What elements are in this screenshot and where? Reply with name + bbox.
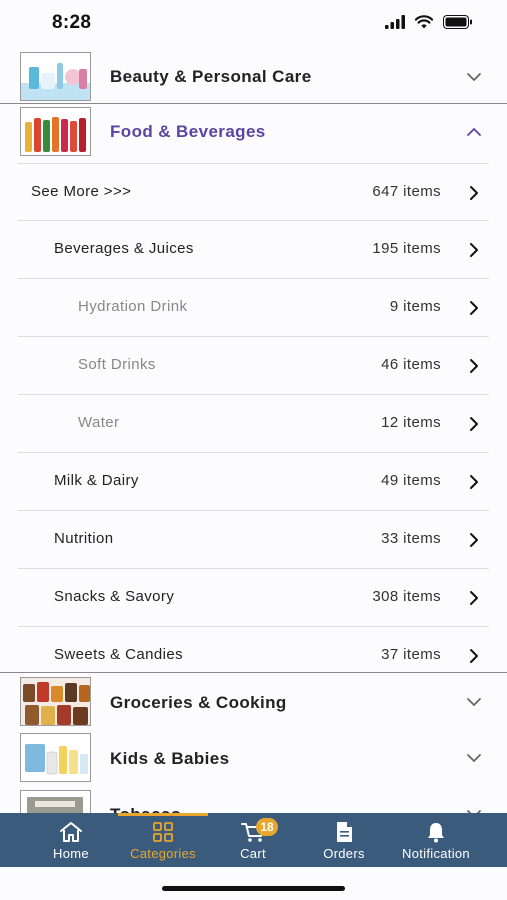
tab-label-categories: Categories (130, 846, 196, 861)
tab-label-notification: Notification (402, 846, 470, 861)
chevron-down-icon (467, 810, 481, 813)
subcategory-row-nutrition[interactable]: Nutrition 33 items (18, 511, 489, 569)
chevron-right-icon (470, 649, 478, 663)
chevron-right-icon (470, 359, 478, 373)
category-title-beauty: Beauty & Personal Care (110, 67, 312, 86)
subcategory-count: 49 items (381, 472, 441, 489)
category-list: Beauty & Personal Care Food & Beverages (0, 46, 507, 813)
tab-label-home: Home (53, 846, 89, 861)
subcategory-label: Snacks & Savory (54, 588, 175, 605)
category-row-tobacco[interactable]: Tobacco (0, 786, 507, 813)
subcategory-row-snacks-savory[interactable]: Snacks & Savory 308 items (18, 569, 489, 627)
chevron-right-icon (470, 301, 478, 315)
divider (0, 672, 507, 673)
tab-notification[interactable]: Notification (392, 813, 480, 867)
subcategory-row-water[interactable]: Water 12 items (18, 395, 489, 453)
chevron-up-icon (467, 128, 481, 136)
tab-orders[interactable]: Orders (310, 813, 378, 867)
subcategory-count: 37 items (381, 646, 441, 663)
chevron-right-icon (470, 417, 478, 431)
subcategory-label: Sweets & Candies (54, 646, 183, 663)
wifi-icon (415, 15, 433, 29)
subcategory-count: 9 items (389, 298, 441, 315)
subcategory-label: Milk & Dairy (54, 472, 139, 489)
orders-document-icon (335, 821, 353, 843)
chevron-down-icon (467, 754, 481, 762)
subcategory-row-hydration-drink[interactable]: Hydration Drink 9 items (18, 279, 489, 337)
chevron-right-icon (470, 475, 478, 489)
subcategory-count: 12 items (381, 414, 441, 431)
home-indicator (162, 886, 345, 891)
category-title-tobacco: Tobacco (110, 805, 181, 813)
tab-bar: Home Categories 18 Cart Orders Notificat… (0, 813, 507, 867)
subcategory-count: 46 items (381, 356, 441, 373)
tab-home[interactable]: Home (36, 813, 106, 867)
category-row-groceries[interactable]: Groceries & Cooking (0, 674, 507, 730)
category-title-groceries: Groceries & Cooking (110, 693, 287, 712)
category-thumbnail-food (20, 107, 91, 156)
category-row-food[interactable]: Food & Beverages (0, 105, 507, 159)
home-icon (58, 821, 84, 843)
signal-icon (385, 15, 405, 29)
bell-icon (426, 821, 446, 843)
tab-categories[interactable]: Categories (118, 813, 208, 867)
cart-badge: 18 (256, 818, 278, 836)
tab-label-cart: Cart (240, 846, 266, 861)
battery-icon (443, 15, 472, 29)
category-thumbnail-kids (20, 733, 91, 782)
category-row-kids[interactable]: Kids & Babies (0, 730, 507, 786)
chevron-right-icon (470, 186, 478, 200)
status-bar: 8:28 (0, 0, 507, 46)
tab-label-orders: Orders (323, 846, 365, 861)
category-thumbnail-tobacco (20, 790, 91, 813)
category-title-kids: Kids & Babies (110, 749, 230, 768)
category-thumbnail-groceries (20, 677, 91, 726)
subcategory-count: 33 items (381, 530, 441, 547)
chevron-right-icon (470, 591, 478, 605)
tab-cart[interactable]: 18 Cart (222, 813, 284, 867)
subcategory-label: Water (78, 414, 120, 431)
subcategory-label: Soft Drinks (78, 356, 156, 373)
subcategory-row-see-more[interactable]: See More >>> 647 items (18, 163, 489, 221)
category-row-beauty[interactable]: Beauty & Personal Care (0, 49, 507, 103)
subcategory-count: 647 items (372, 183, 441, 200)
subcategory-count: 308 items (372, 588, 441, 605)
chevron-down-icon (467, 73, 481, 81)
subcategory-row-beverages-juices[interactable]: Beverages & Juices 195 items (18, 221, 489, 279)
category-title-food: Food & Beverages (110, 122, 266, 141)
chevron-right-icon (470, 533, 478, 547)
divider (0, 103, 507, 104)
subcategory-count: 195 items (372, 240, 441, 257)
chevron-down-icon (467, 698, 481, 706)
subcategory-row-milk-dairy[interactable]: Milk & Dairy 49 items (18, 453, 489, 511)
subcategory-label: Hydration Drink (78, 298, 188, 315)
status-icons (385, 15, 473, 29)
chevron-right-icon (470, 243, 478, 257)
status-time: 8:28 (52, 12, 92, 33)
subcategory-row-soft-drinks[interactable]: Soft Drinks 46 items (18, 337, 489, 395)
subcategory-label: Beverages & Juices (54, 240, 194, 257)
subcategory-label: Nutrition (54, 530, 114, 547)
subcategory-label: See More >>> (31, 183, 132, 200)
category-thumbnail-beauty (20, 52, 91, 101)
categories-grid-icon (152, 821, 174, 843)
